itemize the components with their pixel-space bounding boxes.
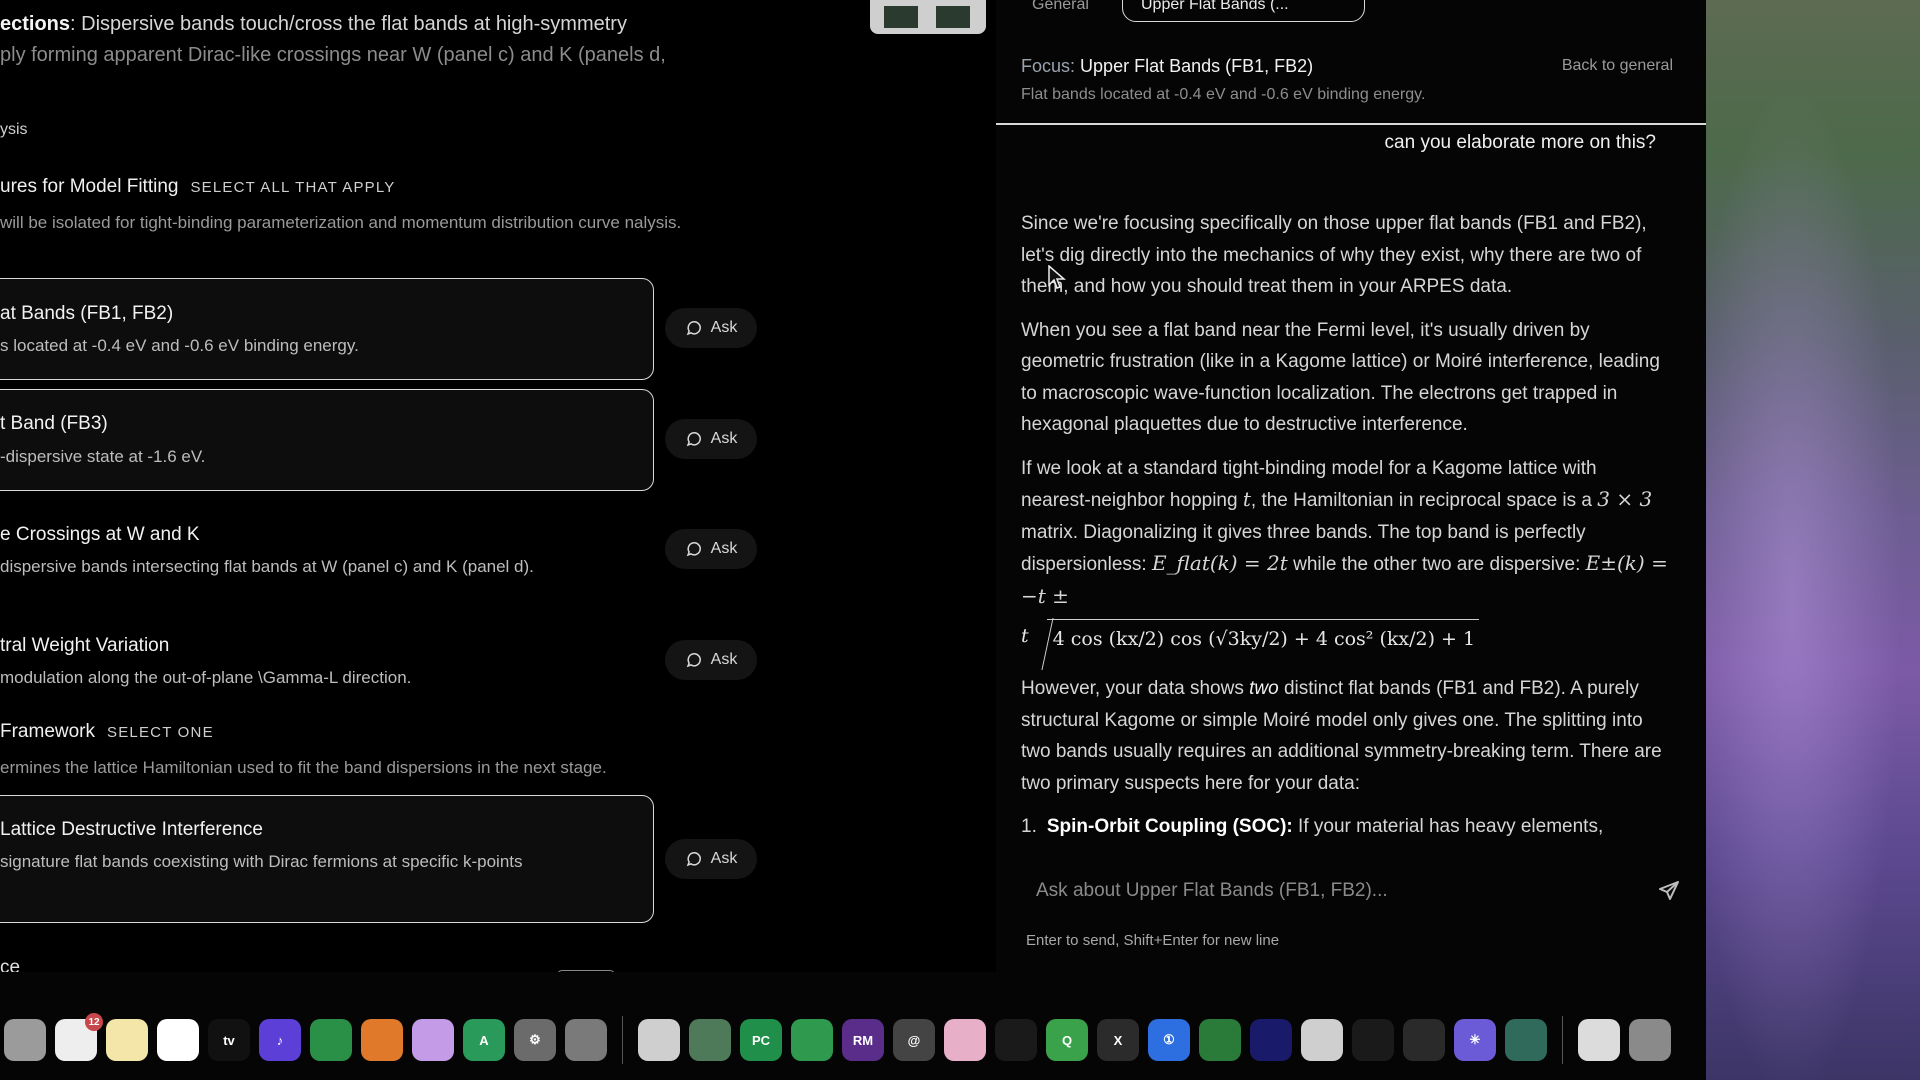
chat-input[interactable] xyxy=(1021,879,1618,903)
framework-section-desc: ermines the lattice Hamiltonian used to … xyxy=(0,758,607,777)
select-one-tag: SELECT ONE xyxy=(107,724,214,741)
chat-bubble-icon xyxy=(686,542,701,557)
dock-separator xyxy=(622,1016,623,1064)
pages-icon[interactable] xyxy=(412,1019,454,1061)
option-desc: modulation along the out-of-plane \Gamma… xyxy=(0,668,412,687)
apple-tv-icon[interactable]: tv xyxy=(208,1019,250,1061)
notification-badge: 12 xyxy=(85,1013,103,1031)
system-settings-icon[interactable]: ⚙ xyxy=(514,1019,556,1061)
preview-icon[interactable] xyxy=(689,1019,731,1061)
keynote-icon[interactable] xyxy=(310,1019,352,1061)
option-title[interactable]: tral Weight Variation xyxy=(0,635,169,657)
analysis-pane: ections: Dispersive bands touch/cross th… xyxy=(0,0,990,972)
option-desc: s located at -0.4 eV and -0.6 eV binding… xyxy=(0,336,359,355)
acrobat-icon[interactable] xyxy=(1250,1019,1292,1061)
dispersion-formula: t4 cos (kx/2) cos (√3ky/2) + 4 cos² (kx/… xyxy=(1021,609,1671,665)
cleanmymac-icon[interactable] xyxy=(944,1019,986,1061)
spiral-icon[interactable]: @ xyxy=(893,1019,935,1061)
audio-icon[interactable] xyxy=(1352,1019,1394,1061)
option-desc: signature flat bands coexisting with Dir… xyxy=(0,852,523,871)
back-to-general-link[interactable]: Back to general xyxy=(1562,57,1673,75)
composer-hint: Enter to send, Shift+Enter for new line xyxy=(1026,932,1280,949)
notes-icon[interactable] xyxy=(106,1019,148,1061)
option-card-fb1-fb2[interactable] xyxy=(0,278,654,380)
select-all-tag: SELECT ALL THAT APPLY xyxy=(190,179,396,196)
app-store-icon[interactable]: A xyxy=(463,1019,505,1061)
desktop-wallpaper xyxy=(1706,0,1920,1080)
mouse-cursor-icon xyxy=(1048,265,1066,289)
framework-section-title: Framework SELECT ONE xyxy=(0,721,214,742)
qt-icon[interactable]: Q xyxy=(1046,1019,1088,1061)
option-desc: -dispersive state at -1.6 eV. xyxy=(0,447,206,466)
list-item: 1. Spin-Orbit Coupling (SOC): If your mat… xyxy=(1021,816,1604,837)
chat-bubble-icon xyxy=(686,321,701,336)
xcode-icon[interactable]: X xyxy=(1097,1019,1139,1061)
answer-paragraph: When you see a flat band near the Fermi … xyxy=(1021,319,1660,436)
option-desc: dispersive bands intersecting flat bands… xyxy=(0,557,534,576)
trash-icon[interactable] xyxy=(1629,1019,1671,1061)
ask-button[interactable]: Ask xyxy=(665,640,757,680)
ask-button[interactable]: Ask xyxy=(665,308,757,348)
divider xyxy=(996,123,1706,125)
chat-bubble-icon xyxy=(686,432,701,447)
reminders-icon[interactable]: 12 xyxy=(55,1013,103,1061)
terminal-icon[interactable] xyxy=(1403,1019,1445,1061)
feather-icon[interactable] xyxy=(638,1019,680,1061)
ask-button[interactable]: Ask xyxy=(665,839,757,879)
perplexity-icon[interactable]: ✳ xyxy=(1454,1019,1496,1061)
pycharm-icon[interactable]: PC xyxy=(740,1019,782,1061)
option-title: Lattice Destructive Interference xyxy=(0,819,263,840)
user-message: can you elaborate more on this? xyxy=(1384,132,1656,153)
option-title: t Band (FB3) xyxy=(0,413,108,434)
app-window: ections: Dispersive bands touch/cross th… xyxy=(0,0,1706,972)
dock: 12 tv ♪ A ⚙ PC RM @ Q X ① ✳ xyxy=(0,1000,1706,1080)
answer-paragraph: However, your data shows two distinct fl… xyxy=(1021,678,1662,794)
altstore-icon[interactable] xyxy=(1505,1019,1547,1061)
overleaf-icon[interactable] xyxy=(791,1019,833,1061)
option-title[interactable]: e Crossings at W and K xyxy=(0,524,200,546)
chat-bubble-icon xyxy=(686,852,701,867)
intro-line-1: ections: Dispersive bands touch/cross th… xyxy=(0,13,627,35)
iphone-mirroring-icon[interactable] xyxy=(565,1019,607,1061)
intro-line-2: ply forming apparent Dirac-like crossing… xyxy=(0,44,666,66)
focus-line: Focus: Upper Flat Bands (FB1, FB2) xyxy=(1021,56,1314,76)
chrome-icon[interactable] xyxy=(1301,1019,1343,1061)
assistant-answer: Since we're focusing specifically on tho… xyxy=(1021,208,1671,843)
ask-button[interactable]: Ask xyxy=(665,529,757,569)
chat-bubble-icon xyxy=(686,653,701,668)
downloads-icon[interactable] xyxy=(1578,1019,1620,1061)
next-section-title: ce xyxy=(0,957,21,972)
features-section-desc: will be isolated for tight-binding param… xyxy=(0,213,682,232)
docker-icon[interactable] xyxy=(1199,1019,1241,1061)
dock-separator xyxy=(1562,1016,1563,1064)
ask-button[interactable]: Ask xyxy=(665,419,757,459)
send-icon[interactable] xyxy=(1657,879,1681,903)
analysis-label: ysis xyxy=(0,121,28,138)
focus-description: Flat bands located at -0.4 eV and -0.6 e… xyxy=(1021,86,1426,103)
activity-monitor-icon[interactable] xyxy=(995,1019,1037,1061)
music-icon[interactable]: ♪ xyxy=(259,1019,301,1061)
freeform-icon[interactable] xyxy=(157,1019,199,1061)
chat-composer xyxy=(1021,870,1681,912)
onepassword-icon[interactable]: ① xyxy=(1148,1019,1190,1061)
option-card-fb3[interactable] xyxy=(0,389,654,491)
numbers-icon[interactable] xyxy=(361,1019,403,1061)
scroll-handle[interactable] xyxy=(557,970,615,972)
rubymine-icon[interactable]: RM xyxy=(842,1019,884,1061)
chat-pane: General Upper Flat Bands (... Focus: Upp… xyxy=(996,0,1706,972)
tab-upper-flat-bands[interactable]: Upper Flat Bands (... xyxy=(1122,0,1365,22)
tab-general[interactable]: General xyxy=(1032,0,1089,22)
answer-paragraph: Since we're focusing specifically on tho… xyxy=(1021,213,1647,297)
contacts-icon[interactable] xyxy=(4,1019,46,1061)
answer-paragraph: If we look at a standard tight-binding m… xyxy=(1021,457,1668,608)
option-title: at Bands (FB1, FB2) xyxy=(0,303,174,324)
features-section-title: ures for Model Fitting SELECT ALL THAT AP… xyxy=(0,176,396,197)
figure-thumbnail[interactable] xyxy=(870,0,986,34)
